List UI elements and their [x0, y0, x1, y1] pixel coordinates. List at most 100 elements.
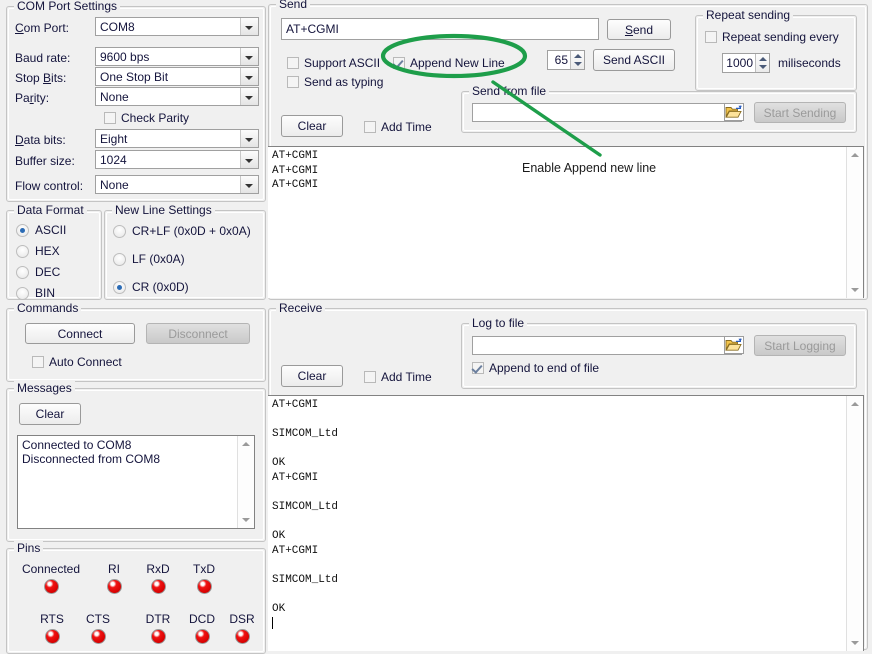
com-port-select[interactable]: COM8: [95, 17, 259, 36]
led-indicator: [107, 579, 122, 594]
log-file-browse-button[interactable]: [724, 336, 744, 354]
receive-log-scrollbar[interactable]: [846, 396, 863, 651]
messages-scrollbar[interactable]: [237, 436, 254, 528]
pins-title: Pins: [14, 541, 43, 555]
scroll-up-icon[interactable]: [847, 147, 863, 163]
baud-rate-value: 9600 bps: [100, 50, 149, 64]
radio-data-format-dec[interactable]: DEC: [16, 266, 60, 279]
data-bits-label: Data bits:: [15, 133, 66, 147]
led-indicator: [45, 629, 60, 644]
chevron-down-icon[interactable]: [240, 151, 258, 168]
flow-control-select[interactable]: None: [95, 175, 259, 194]
buffer-size-label: Buffer size:: [15, 154, 75, 168]
chevron-down-icon[interactable]: [240, 68, 258, 85]
commands-title: Commands: [14, 301, 81, 315]
radio-data-format-hex[interactable]: HEX: [16, 245, 60, 258]
ascii-code-input[interactable]: 65: [547, 50, 585, 70]
receive-title: Receive: [276, 301, 325, 315]
radio-data-format-ascii[interactable]: ASCII: [16, 224, 66, 237]
log-to-file-title: Log to file: [469, 316, 527, 330]
pin-rts: RTS: [29, 612, 75, 644]
send-as-typing-checkbox[interactable]: Send as typing: [287, 76, 383, 89]
send-file-path-input[interactable]: [472, 103, 742, 122]
buffer-size-select[interactable]: 1024: [95, 150, 259, 169]
baud-rate-label: Baud rate:: [15, 51, 70, 65]
check-parity-checkbox[interactable]: Check Parity: [104, 112, 189, 125]
send-log-scrollbar[interactable]: [846, 147, 863, 298]
receive-log[interactable]: AT+CGMI SIMCOM_Ltd OK AT+CGMI SIMCOM_Ltd…: [268, 395, 864, 651]
led-indicator: [195, 629, 210, 644]
repeat-sending-checkbox[interactable]: Repeat sending every: [705, 31, 839, 44]
pin-ri: RI: [91, 562, 137, 594]
com-port-settings-group: COM Port Settings Com Port: COM8 Baud ra…: [6, 6, 266, 202]
append-to-end-of-file-checkbox[interactable]: Append to end of file: [472, 362, 599, 375]
send-add-time-checkbox[interactable]: Add Time: [364, 121, 432, 134]
data-format-group: Data Format ASCII HEX DEC BIN: [6, 210, 102, 300]
scroll-down-icon[interactable]: [238, 512, 254, 528]
new-line-settings-group: New Line Settings CR+LF (0x0D + 0x0A) LF…: [104, 210, 266, 300]
stop-bits-label: Stop Bits:: [15, 71, 66, 85]
open-folder-icon: [725, 104, 743, 120]
send-title: Send: [276, 0, 310, 11]
radio-data-format-bin[interactable]: BIN: [16, 287, 55, 300]
radio-newline-cr[interactable]: CR (0x0D): [113, 281, 189, 294]
radio-newline-crlf[interactable]: CR+LF (0x0D + 0x0A): [113, 225, 251, 238]
radio-newline-lf[interactable]: LF (0x0A): [113, 253, 185, 266]
start-sending-button[interactable]: Start Sending: [754, 102, 846, 123]
led-indicator: [197, 579, 212, 594]
send-ascii-button[interactable]: Send ASCII: [593, 49, 675, 71]
baud-rate-select[interactable]: 9600 bps: [95, 47, 259, 66]
log-file-path-input[interactable]: [472, 336, 742, 355]
ascii-code-stepper[interactable]: [570, 51, 584, 69]
repeat-units-label: miliseconds: [778, 56, 841, 70]
append-new-line-checkbox[interactable]: Append New Line: [393, 57, 505, 70]
repeat-interval-value: 1000: [726, 56, 753, 70]
repeat-interval-stepper[interactable]: [755, 54, 769, 72]
messages-log[interactable]: Connected to COM8 Disconnected from COM8: [17, 435, 255, 529]
disconnect-button[interactable]: Disconnect: [146, 323, 250, 344]
messages-group: Messages Clear Connected to COM8 Disconn…: [6, 388, 266, 542]
messages-clear-button[interactable]: Clear: [19, 403, 81, 425]
connect-button[interactable]: Connect: [25, 323, 135, 344]
repeat-sending-title: Repeat sending: [703, 8, 793, 22]
chevron-down-icon[interactable]: [240, 18, 258, 35]
send-button[interactable]: Send: [607, 19, 671, 40]
led-indicator: [151, 629, 166, 644]
buffer-size-value: 1024: [100, 153, 127, 167]
repeat-sending-group: Repeat sending Repeat sending every 1000…: [695, 15, 857, 91]
receive-group: Receive Clear Add Time Log to file: [268, 308, 868, 650]
scroll-up-icon[interactable]: [847, 396, 863, 412]
start-logging-button[interactable]: Start Logging: [754, 335, 846, 356]
scroll-down-icon[interactable]: [847, 635, 863, 651]
scroll-up-icon[interactable]: [238, 436, 254, 452]
support-ascii-checkbox[interactable]: Support ASCII: [287, 57, 380, 70]
com-port-label: Com Port:: [15, 21, 69, 35]
receive-add-time-checkbox[interactable]: Add Time: [364, 371, 432, 384]
send-clear-button[interactable]: Clear: [281, 115, 343, 137]
chevron-down-icon[interactable]: [240, 130, 258, 147]
scroll-down-icon[interactable]: [847, 282, 863, 298]
chevron-down-icon[interactable]: [240, 48, 258, 65]
pin-connected: Connected: [11, 562, 91, 594]
receive-clear-button[interactable]: Clear: [281, 365, 343, 387]
repeat-interval-input[interactable]: 1000: [722, 53, 770, 73]
led-indicator: [91, 629, 106, 644]
auto-connect-checkbox[interactable]: Auto Connect: [32, 356, 122, 369]
send-from-file-group: Send from file Start Sending: [461, 91, 857, 133]
log-to-file-group: Log to file Start Logging Ap: [461, 323, 857, 389]
open-folder-icon: [725, 337, 743, 353]
new-line-settings-title: New Line Settings: [112, 203, 215, 217]
data-bits-select[interactable]: Eight: [95, 129, 259, 148]
chevron-down-icon[interactable]: [240, 88, 258, 105]
send-group: Send AT+CGMI Send Support ASCII Append N…: [268, 4, 868, 300]
send-file-browse-button[interactable]: [724, 103, 744, 121]
serial-terminal-window: COM Port Settings Com Port: COM8 Baud ra…: [0, 0, 872, 646]
pin-dsr: DSR: [219, 612, 265, 644]
stop-bits-value: One Stop Bit: [100, 70, 168, 84]
send-command-input[interactable]: AT+CGMI: [281, 18, 599, 40]
parity-select[interactable]: None: [95, 87, 259, 106]
stop-bits-select[interactable]: One Stop Bit: [95, 67, 259, 86]
text-caret: [272, 617, 273, 629]
chevron-down-icon[interactable]: [240, 176, 258, 193]
com-port-value: COM8: [100, 20, 135, 34]
